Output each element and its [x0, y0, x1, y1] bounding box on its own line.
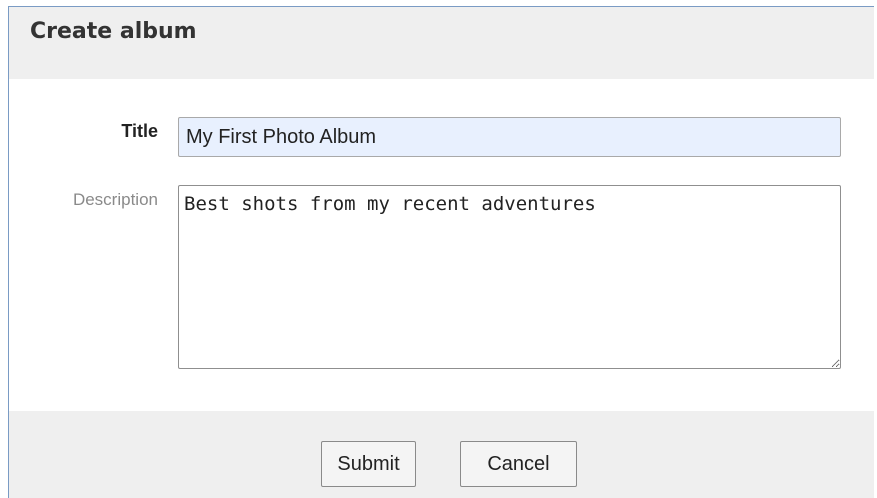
- description-textarea[interactable]: Best shots from my recent adventures: [178, 185, 841, 369]
- dialog-footer: [9, 411, 874, 498]
- cancel-button[interactable]: Cancel: [460, 441, 577, 487]
- create-album-dialog: Create album Title Description Best shot…: [8, 6, 874, 498]
- title-label: Title: [121, 121, 158, 141]
- title-input[interactable]: [178, 117, 841, 157]
- dialog-title: Create album: [30, 19, 197, 44]
- submit-button[interactable]: Submit: [321, 441, 416, 487]
- description-label: Description: [72, 190, 158, 209]
- dialog-header: Create album: [9, 7, 874, 79]
